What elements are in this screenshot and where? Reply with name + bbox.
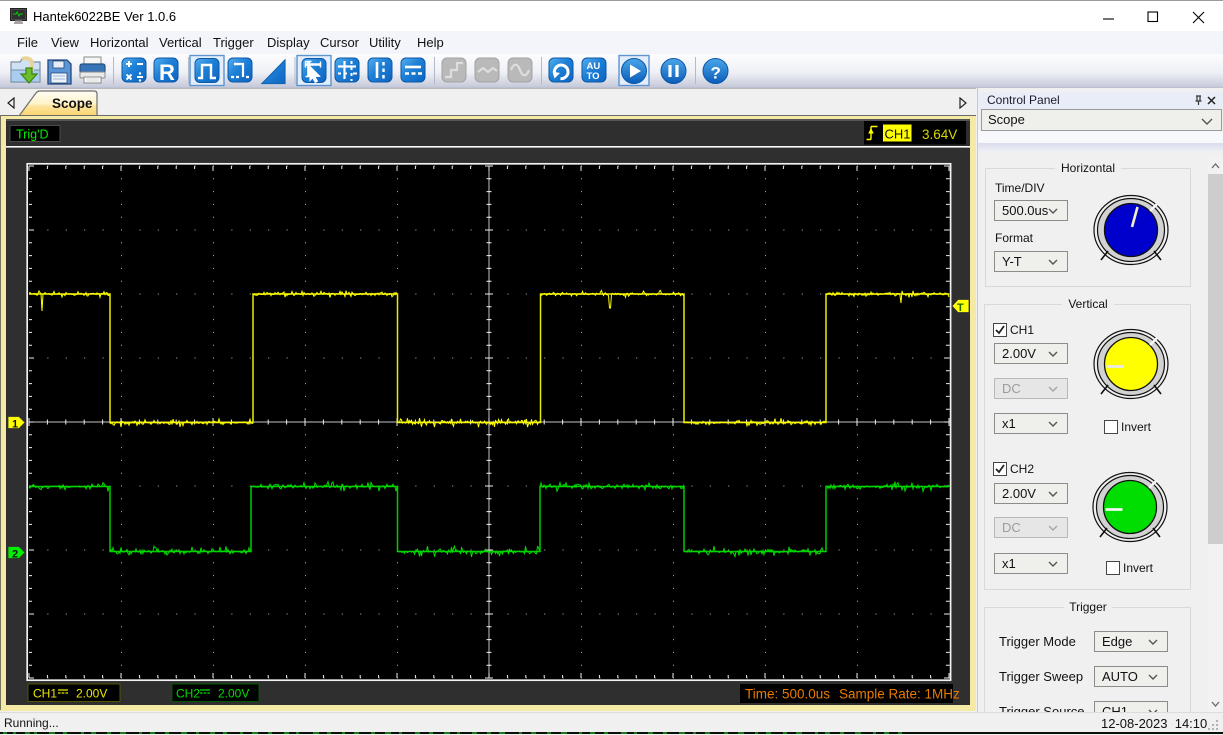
svg-text:CH2: CH2 xyxy=(176,687,200,701)
svg-text:R: R xyxy=(159,60,175,85)
svg-text:?: ? xyxy=(711,64,721,83)
svg-text:1: 1 xyxy=(12,419,18,431)
svg-text:Time: 500.0us: Time: 500.0us xyxy=(745,687,830,702)
svg-text:T: T xyxy=(957,302,964,314)
svg-text:Scope: Scope xyxy=(52,96,93,111)
svg-text:2.00V: 2.00V xyxy=(76,687,107,701)
svg-text:CH1: CH1 xyxy=(885,127,911,142)
svg-text:TO: TO xyxy=(587,71,600,82)
svg-text:2.00V: 2.00V xyxy=(218,687,249,701)
svg-text:2: 2 xyxy=(12,549,18,561)
svg-text:Sample Rate: 1MHz: Sample Rate: 1MHz xyxy=(839,687,960,702)
svg-text:CH1: CH1 xyxy=(33,687,57,701)
svg-text:3.64V: 3.64V xyxy=(922,127,957,142)
svg-text:Trig'D: Trig'D xyxy=(16,128,48,142)
